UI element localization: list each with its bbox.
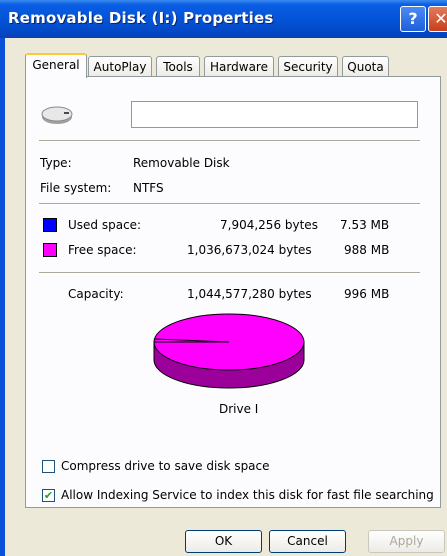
tab-security[interactable]: Security: [278, 56, 338, 77]
close-button[interactable]: ✕: [428, 6, 447, 32]
type-label: Type:: [40, 156, 72, 170]
help-button[interactable]: ?: [400, 6, 426, 32]
capacity-size: 996 MB: [344, 287, 390, 301]
file-system-label: File system:: [40, 181, 112, 195]
indexing-checkbox[interactable]: ✔: [42, 489, 55, 502]
properties-dialog: Removable Disk (I:) Properties ? ✕ Gener…: [0, 0, 447, 556]
divider: [39, 140, 420, 142]
capacity-label: Capacity:: [68, 287, 124, 301]
used-space-swatch: [43, 218, 57, 232]
divider: [39, 272, 420, 274]
window-border: [0, 38, 5, 556]
free-space-label: Free space:: [68, 243, 137, 257]
drive-name-input[interactable]: [131, 101, 418, 128]
used-space-bytes: 7,904,256 bytes: [220, 218, 318, 232]
apply-button[interactable]: Apply: [368, 530, 445, 553]
tab-autoplay[interactable]: AutoPlay: [88, 56, 152, 77]
ok-button[interactable]: OK: [185, 530, 262, 553]
compress-label[interactable]: Compress drive to save disk space: [61, 459, 270, 473]
title-bar[interactable]: Removable Disk (I:) Properties ? ✕: [0, 0, 447, 38]
drive-label: Drive I: [219, 402, 259, 416]
window-title: Removable Disk (I:) Properties: [8, 9, 274, 27]
disk-usage-pie: [153, 313, 305, 389]
used-space-label: Used space:: [68, 218, 142, 232]
compress-checkbox[interactable]: [42, 460, 55, 473]
free-space-bytes: 1,036,673,024 bytes: [187, 243, 312, 257]
capacity-bytes: 1,044,577,280 bytes: [187, 287, 312, 301]
file-system-value: NTFS: [133, 181, 164, 195]
tab-quota[interactable]: Quota: [342, 56, 389, 77]
indexing-label[interactable]: Allow Indexing Service to index this dis…: [61, 488, 434, 502]
tab-general[interactable]: General: [25, 53, 87, 78]
free-space-size: 988 MB: [344, 243, 390, 257]
cancel-button[interactable]: Cancel: [269, 530, 346, 553]
used-space-size: 7.53 MB: [340, 218, 390, 232]
type-value: Removable Disk: [133, 156, 230, 170]
tab-hardware[interactable]: Hardware: [204, 56, 274, 77]
removable-drive-icon: [41, 106, 73, 124]
divider: [39, 203, 420, 205]
free-space-swatch: [43, 243, 57, 257]
tab-tools[interactable]: Tools: [156, 56, 200, 77]
